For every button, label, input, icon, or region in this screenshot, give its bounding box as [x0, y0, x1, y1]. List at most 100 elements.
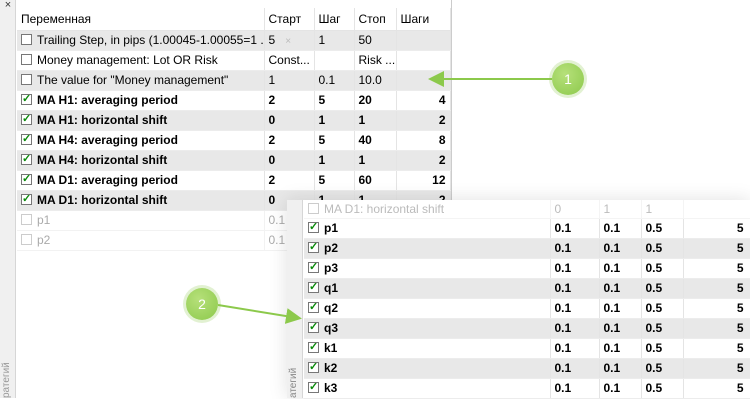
start-cell[interactable]: 2 — [264, 90, 315, 111]
column-header[interactable]: Старт — [264, 8, 315, 31]
parameter-row[interactable]: The value for "Money management" 1 0.1 10.0 — [17, 70, 451, 91]
checkbox-checked-icon[interactable] — [21, 172, 32, 185]
stop-cell[interactable]: 0.5 — [641, 278, 684, 299]
step-cell[interactable]: 0.1 — [599, 318, 642, 339]
stop-cell[interactable]: 0.5 — [641, 298, 684, 319]
step-cell[interactable]: 0.1 — [314, 70, 355, 91]
step-cell[interactable]: 5 — [314, 90, 355, 111]
parameter-row[interactable]: k10.10.10.55 — [304, 338, 750, 359]
parameter-row[interactable]: MA H1: averaging period 2 5204 — [17, 90, 451, 111]
checkbox-checked-icon[interactable] — [21, 92, 32, 105]
checkbox-checked-icon[interactable] — [308, 320, 319, 333]
start-cell[interactable]: 0.1 — [550, 278, 600, 299]
checkbox-checked-icon[interactable] — [21, 192, 32, 205]
parameter-row[interactable]: MA H1: horizontal shift0112 — [17, 110, 451, 131]
step-cell[interactable] — [314, 50, 355, 71]
parameter-row[interactable]: p30.10.10.55 — [304, 258, 750, 279]
start-cell[interactable]: Const... — [264, 50, 315, 71]
step-cell[interactable]: 5 — [314, 170, 355, 191]
stop-cell[interactable]: 0.5 — [641, 338, 684, 359]
step-cell[interactable]: 1 — [599, 200, 642, 219]
checkbox-icon[interactable] — [21, 74, 32, 85]
column-header[interactable]: Шаг — [314, 8, 355, 31]
start-cell[interactable]: 0 — [264, 110, 315, 131]
parameter-row[interactable]: Trailing Step, in pips (1.00045-1.00055=… — [17, 30, 451, 51]
step-cell[interactable]: 0.1 — [599, 338, 642, 359]
start-cell[interactable]: 2 — [264, 130, 315, 151]
checkbox-checked-icon[interactable] — [308, 340, 319, 353]
stop-cell[interactable]: 40 — [354, 130, 397, 151]
checkbox-checked-icon[interactable] — [308, 280, 319, 293]
step-cell[interactable]: 0.1 — [599, 238, 642, 259]
stop-cell[interactable]: 0.5 — [641, 378, 684, 399]
step-cell[interactable]: 0.1 — [599, 278, 642, 299]
step-cell[interactable]: 0.1 — [599, 258, 642, 279]
stop-cell[interactable]: 0.5 — [641, 358, 684, 379]
checkbox-checked-icon[interactable] — [21, 152, 32, 165]
checkbox-checked-icon[interactable] — [308, 260, 319, 273]
parameter-row[interactable]: MA H4: horizontal shift0112 — [17, 150, 451, 171]
step-cell[interactable]: 1 — [314, 110, 355, 131]
start-cell[interactable]: 0 — [550, 200, 600, 219]
step-cell[interactable]: 0.1 — [599, 358, 642, 379]
step-cell[interactable]: 1 — [314, 30, 355, 51]
start-cell[interactable]: 0.1 — [550, 318, 600, 339]
side-tab-label[interactable]: атегий — [288, 365, 302, 398]
parameter-row[interactable]: k30.10.10.55 — [304, 378, 750, 399]
step-cell[interactable]: 0.1 — [599, 378, 642, 399]
start-cell[interactable]: 2 — [264, 170, 315, 191]
start-cell[interactable]: 1 — [264, 70, 315, 91]
start-cell[interactable]: 0 — [264, 150, 315, 171]
stop-cell[interactable]: 1 — [354, 150, 397, 171]
stop-cell[interactable]: 50 — [354, 30, 397, 51]
checkbox-checked-icon[interactable] — [308, 380, 319, 393]
checkbox-icon[interactable] — [308, 202, 319, 214]
parameter-row[interactable]: p10.10.10.55 — [304, 218, 750, 239]
parameter-row[interactable]: MA D1: averaging period 2 56012 — [17, 170, 451, 191]
checkbox-checked-icon[interactable] — [308, 240, 319, 253]
parameter-row[interactable]: MA D1: horizontal shift 0 1 1 — [304, 200, 750, 219]
parameter-row[interactable]: q30.10.10.55 — [304, 318, 750, 339]
parameter-row[interactable]: k20.10.10.55 — [304, 358, 750, 379]
checkbox-icon[interactable] — [21, 54, 32, 65]
start-cell[interactable]: 0.1 — [550, 218, 600, 239]
checkbox-checked-icon[interactable] — [308, 300, 319, 313]
checkbox-icon[interactable] — [21, 214, 32, 225]
start-cell[interactable]: 0.1 — [550, 258, 600, 279]
stop-cell[interactable]: 20 — [354, 90, 397, 111]
stop-cell[interactable]: 0.5 — [641, 238, 684, 259]
step-cell[interactable]: 0.1 — [599, 218, 642, 239]
column-header[interactable]: Стоп — [354, 8, 397, 31]
start-cell[interactable]: 0.1 — [550, 298, 600, 319]
start-cell[interactable]: 0.1 — [550, 238, 600, 259]
stop-cell[interactable]: 0.5 — [641, 318, 684, 339]
stop-cell[interactable]: 0.5 — [641, 258, 684, 279]
checkbox-checked-icon[interactable] — [21, 112, 32, 125]
start-cell[interactable]: 0.1 — [550, 378, 600, 399]
stop-cell[interactable]: 1 — [354, 110, 397, 131]
start-cell[interactable]: 0.1 — [550, 338, 600, 359]
column-header[interactable]: Переменная — [17, 8, 265, 31]
checkbox-checked-icon[interactable] — [308, 360, 319, 373]
stop-cell[interactable]: Risk ... — [354, 50, 397, 71]
stop-cell[interactable]: 10.0 — [354, 70, 397, 91]
checkbox-checked-icon[interactable] — [21, 132, 32, 145]
stop-cell[interactable]: 1 — [641, 200, 684, 219]
step-cell[interactable]: 0.1 — [599, 298, 642, 319]
parameter-row[interactable]: MA H4: averaging period 2 5408 — [17, 130, 451, 151]
start-cell[interactable]: 0.1 — [550, 358, 600, 379]
checkbox-icon[interactable] — [21, 234, 32, 245]
checkbox-icon[interactable] — [21, 34, 32, 45]
parameter-row[interactable]: Money management: Lot OR Risk Const... Ris… — [17, 50, 451, 71]
side-tab-label[interactable]: ратегий — [1, 340, 15, 398]
start-cell[interactable]: 5 × — [264, 30, 315, 51]
checkbox-checked-icon[interactable] — [308, 220, 319, 233]
clear-icon[interactable]: × — [285, 36, 291, 47]
column-header[interactable]: Шаги — [396, 8, 451, 31]
stop-cell[interactable]: 0.5 — [641, 218, 684, 239]
step-cell[interactable]: 1 — [314, 150, 355, 171]
close-icon[interactable]: × — [2, 0, 14, 12]
stop-cell[interactable]: 60 — [354, 170, 397, 191]
parameter-row[interactable]: q20.10.10.55 — [304, 298, 750, 319]
parameter-row[interactable]: q10.10.10.55 — [304, 278, 750, 299]
